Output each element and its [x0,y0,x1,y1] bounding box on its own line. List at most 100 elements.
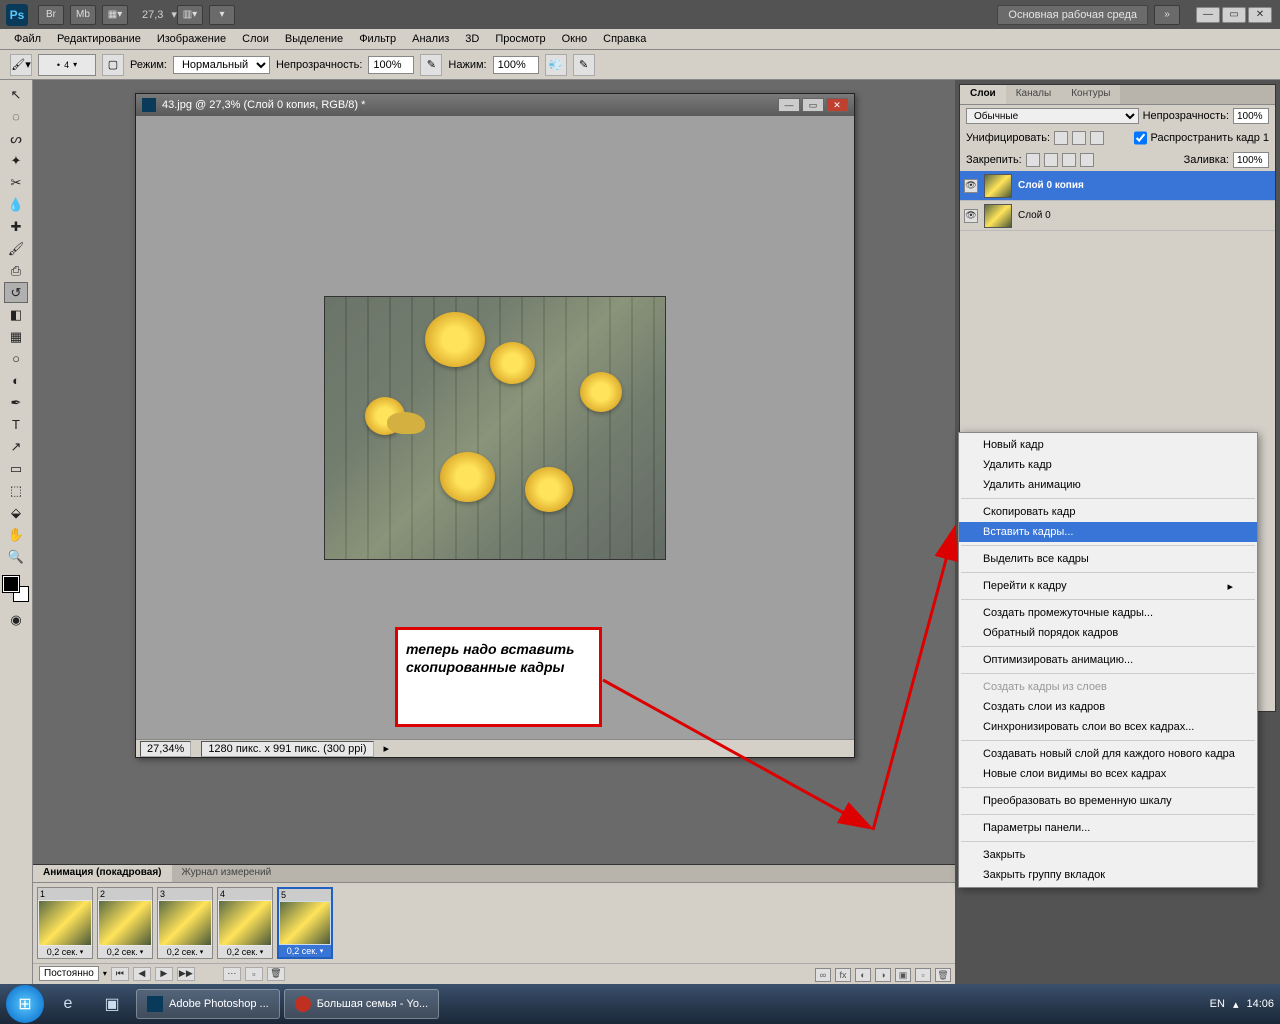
wand-tool-icon[interactable]: ✦ [4,150,28,171]
extras-button[interactable]: ▾ [209,5,235,25]
animation-frame[interactable]: 10,2 сек. ▾ [37,887,93,959]
color-swatch[interactable] [3,576,29,602]
eraser-tool-icon[interactable]: ◧ [4,304,28,325]
unify-pos-icon[interactable] [1054,131,1068,145]
first-frame-button[interactable]: ⏮ [111,967,129,981]
menu-item[interactable]: Новый кадр [959,435,1257,455]
prev-frame-button[interactable]: ◀ [133,967,151,981]
menu-3d[interactable]: 3D [457,31,487,47]
lock-trans-icon[interactable] [1026,153,1040,167]
link-icon[interactable]: ∞ [815,968,831,982]
tab-measurement-log[interactable]: Журнал измерений [172,865,282,882]
menu-item[interactable]: Оптимизировать анимацию... [959,650,1257,670]
frame-delay[interactable]: 0,2 сек. ▾ [98,946,152,958]
workspace-switcher[interactable]: Основная рабочая среда [997,5,1148,25]
fx-icon[interactable]: fx [835,968,851,982]
doc-close-button[interactable]: ✕ [826,98,848,112]
brush-tool-icon[interactable]: 🖌 [4,238,28,259]
menu-item[interactable]: Обратный порядок кадров [959,623,1257,643]
doc-maximize-button[interactable]: ▭ [802,98,824,112]
menu-item[interactable]: Вставить кадры... [959,522,1257,542]
mini-bridge-button[interactable]: Mb [70,5,96,25]
loop-select[interactable]: Постоянно [39,966,99,981]
lock-pos-icon[interactable] [1062,153,1076,167]
trash-icon[interactable]: 🗑 [935,968,951,982]
zoom-tool-icon[interactable]: 🔍 [4,546,28,567]
3d-tool-icon[interactable]: ⬚ [4,480,28,501]
start-button[interactable]: ⊞ [6,985,44,1023]
lock-all-icon[interactable] [1080,153,1094,167]
doc-minimize-button[interactable]: — [778,98,800,112]
menu-item[interactable]: Синхронизировать слои во всех кадрах... [959,717,1257,737]
menu-item[interactable]: Параметры панели... [959,818,1257,838]
blend-mode-select[interactable]: Нормальный [173,56,270,74]
tab-channels[interactable]: Каналы [1006,85,1062,104]
frame-delay[interactable]: 0,2 сек. ▾ [158,946,212,958]
frame-delay[interactable]: 0,2 сек. ▾ [279,945,331,957]
layer-row[interactable]: 👁 Слой 0 [960,201,1275,231]
menu-item[interactable]: Создать промежуточные кадры... [959,603,1257,623]
menu-item[interactable]: Перейти к кадру [959,576,1257,596]
opacity-input[interactable] [368,56,414,74]
lock-pixels-icon[interactable] [1044,153,1058,167]
gradient-tool-icon[interactable]: ▦ [4,326,28,347]
taskbar-browser[interactable]: Большая семья - Yo... [284,989,439,1019]
size-pressure-icon[interactable]: ✎ [573,54,595,76]
animation-frame[interactable]: 20,2 сек. ▾ [97,887,153,959]
menu-help[interactable]: Справка [595,31,654,47]
menu-item[interactable]: Выделить все кадры [959,549,1257,569]
menu-select[interactable]: Выделение [277,31,351,47]
frame-delay[interactable]: 0,2 сек. ▾ [38,946,92,958]
brush-preview[interactable]: •4▾ [38,54,96,76]
crop-tool-icon[interactable]: ✂ [4,172,28,193]
mask-icon[interactable]: ◐ [855,968,871,982]
tab-paths[interactable]: Контуры [1061,85,1120,104]
layer-name[interactable]: Слой 0 копия [1018,180,1084,191]
menu-item[interactable]: Преобразовать во временную шкалу [959,791,1257,811]
unify-style-icon[interactable] [1090,131,1104,145]
layer-name[interactable]: Слой 0 [1018,210,1051,221]
menu-item[interactable]: Закрыть [959,845,1257,865]
maximize-button[interactable]: ▭ [1222,7,1246,23]
frame-delay[interactable]: 0,2 сек. ▾ [218,946,272,958]
tab-animation[interactable]: Анимация (покадровая) [33,865,172,882]
animation-frame[interactable]: 50,2 сек. ▾ [277,887,333,959]
dodge-tool-icon[interactable]: ◐ [4,370,28,391]
visibility-icon[interactable]: 👁 [964,209,978,223]
taskbar-photoshop[interactable]: Adobe Photoshop ... [136,989,280,1019]
menu-item[interactable]: Скопировать кадр [959,502,1257,522]
document-titlebar[interactable]: 43.jpg @ 27,3% (Слой 0 копия, RGB/8) * —… [136,94,854,116]
3d-camera-tool-icon[interactable]: ⬙ [4,502,28,523]
menu-analysis[interactable]: Анализ [404,31,457,47]
pen-tool-icon[interactable]: ✒ [4,392,28,413]
adjustment-icon[interactable]: ◑ [875,968,891,982]
path-select-tool-icon[interactable]: ↗ [4,436,28,457]
menu-item[interactable]: Создать слои из кадров [959,697,1257,717]
zoom-readout[interactable]: 27,3 [142,9,163,21]
menu-view[interactable]: Просмотр [487,31,553,47]
minimize-button[interactable]: — [1196,7,1220,23]
new-frame-button[interactable]: ▫ [245,967,263,981]
group-icon[interactable]: ▣ [895,968,911,982]
zoom-field[interactable]: 27,34% [140,741,191,757]
menu-image[interactable]: Изображение [149,31,234,47]
menu-item[interactable]: Закрыть группу вкладок [959,865,1257,885]
type-tool-icon[interactable]: T [4,414,28,435]
hand-tool-icon[interactable]: ✋ [4,524,28,545]
airbrush-icon[interactable]: 💨 [545,54,567,76]
move-tool-icon[interactable]: ↖ [4,84,28,105]
close-button[interactable]: ✕ [1248,7,1272,23]
menu-edit[interactable]: Редактирование [49,31,149,47]
animation-frame[interactable]: 30,2 сек. ▾ [157,887,213,959]
menu-filter[interactable]: Фильтр [351,31,404,47]
blur-tool-icon[interactable]: ○ [4,348,28,369]
opacity-pressure-icon[interactable]: ✎ [420,54,442,76]
unify-vis-icon[interactable] [1072,131,1086,145]
lasso-tool-icon[interactable]: ᔕ [4,128,28,149]
marquee-tool-icon[interactable]: ◌ [4,106,28,127]
propagate-checkbox[interactable] [1134,130,1147,146]
tray-lang[interactable]: EN [1210,998,1225,1010]
visibility-icon[interactable]: 👁 [964,179,978,193]
tool-preset-icon[interactable]: 🖌▾ [10,54,32,76]
quickmask-icon[interactable]: ◉ [4,609,28,630]
